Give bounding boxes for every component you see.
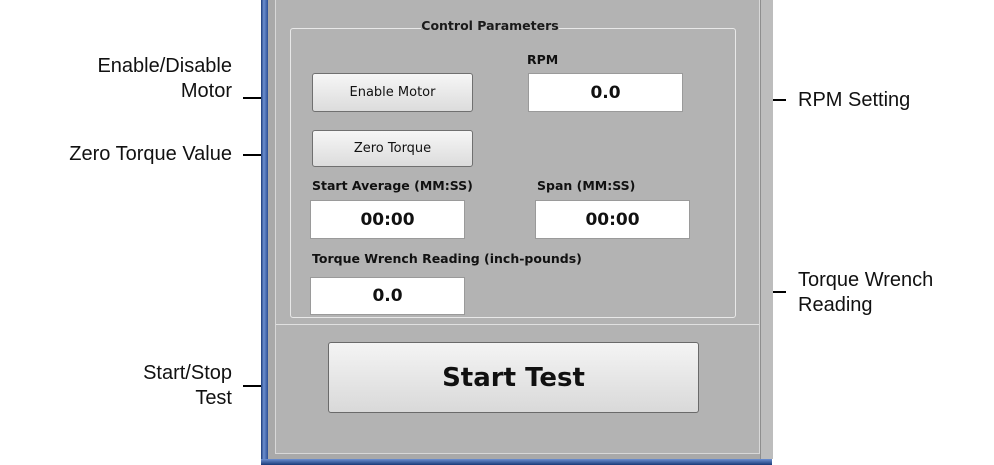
callout-zero-torque-value: Zero Torque Value: [69, 143, 232, 165]
zero-torque-button[interactable]: Zero Torque: [312, 130, 473, 167]
callout-start-stop-line1: Start/Stop: [143, 362, 232, 384]
control-parameters-group: [290, 28, 736, 318]
callout-rpm-setting: RPM Setting: [798, 89, 911, 111]
span-label: Span (MM:SS): [537, 178, 636, 193]
callout-torque-wrench-line2: Reading: [798, 294, 873, 316]
callout-torque-wrench-reading: Torque Wrench Reading: [798, 268, 988, 318]
start-average-input[interactable]: 00:00: [310, 200, 465, 239]
section-divider: [276, 324, 759, 325]
torque-wrench-reading-label: Torque Wrench Reading (inch-pounds): [312, 251, 582, 266]
torque-wrench-reading-input[interactable]: 0.0: [310, 277, 465, 315]
rpm-input[interactable]: 0.0: [528, 73, 683, 112]
start-average-label: Start Average (MM:SS): [312, 178, 473, 193]
callout-start-stop-test: Start/Stop Test: [40, 361, 232, 411]
callout-enable-disable-line1: Enable/Disable: [97, 55, 232, 77]
enable-motor-button[interactable]: Enable Motor: [312, 73, 473, 112]
window-frame-left: [261, 0, 268, 465]
callout-torque-wrench-line1: Torque Wrench: [798, 269, 934, 291]
rpm-label: RPM: [527, 52, 559, 67]
window-frame-bottom: [261, 459, 772, 465]
callout-start-stop-line2: Test: [195, 387, 232, 409]
callout-enable-disable-motor: Enable/Disable Motor: [20, 54, 232, 104]
callout-enable-disable-line2: Motor: [180, 80, 232, 102]
control-panel-screenshot: Control Parameters RPM 0.0 Enable Motor …: [261, 0, 773, 465]
span-input[interactable]: 00:00: [535, 200, 690, 239]
start-test-button[interactable]: Start Test: [328, 342, 699, 413]
scrollbar[interactable]: [760, 0, 773, 459]
group-title: Control Parameters: [421, 18, 559, 33]
